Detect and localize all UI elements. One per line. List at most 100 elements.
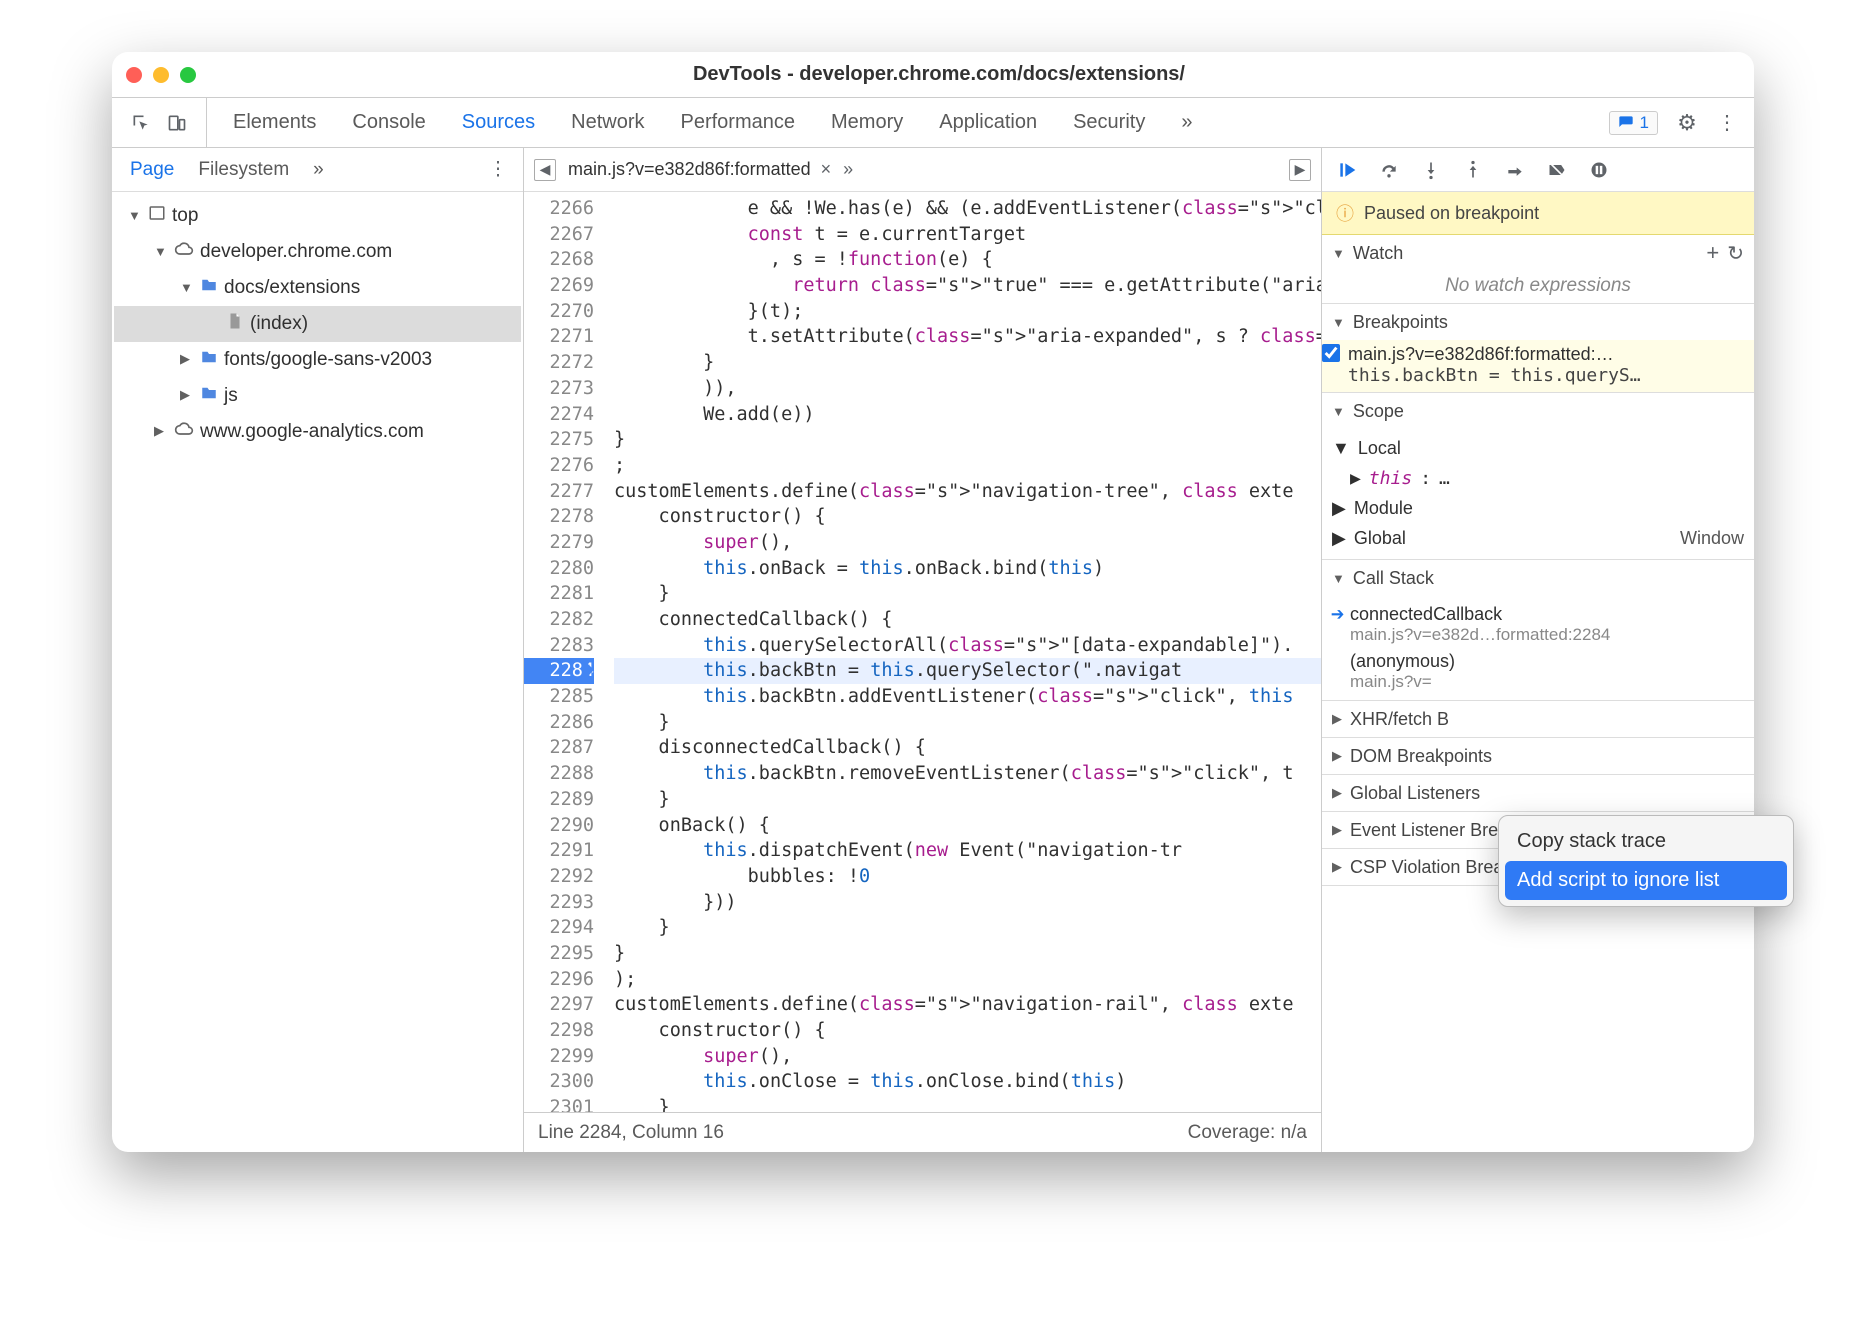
code-line[interactable]: ; bbox=[614, 453, 1321, 479]
file-tree[interactable]: ▼top▼developer.chrome.com▼docs/extension… bbox=[112, 192, 523, 1152]
navigator-kebab-icon[interactable]: ⋮ bbox=[487, 159, 509, 181]
line-number[interactable]: 2268 bbox=[524, 247, 594, 273]
line-number[interactable]: 2267 bbox=[524, 222, 594, 248]
line-number[interactable]: 2285 bbox=[524, 684, 594, 710]
code-line[interactable]: } bbox=[614, 941, 1321, 967]
code-line[interactable]: this.querySelectorAll(class="s">"[data-e… bbox=[614, 633, 1321, 659]
step-over-icon[interactable] bbox=[1378, 159, 1400, 181]
disclosure-icon[interactable]: ▼ bbox=[128, 208, 142, 223]
code-line[interactable]: this.backBtn.addEventListener(class="s">… bbox=[614, 684, 1321, 710]
section-header[interactable]: ▶Global Listeners bbox=[1322, 775, 1754, 811]
line-number[interactable]: 2298 bbox=[524, 1018, 594, 1044]
section-header[interactable]: ▶XHR/fetch B bbox=[1322, 701, 1754, 737]
scope-local[interactable]: ▼Local bbox=[1322, 433, 1754, 463]
kebab-menu-icon[interactable]: ⋮ bbox=[1716, 112, 1738, 134]
code-line[interactable]: disconnectedCallback() { bbox=[614, 735, 1321, 761]
code-line[interactable]: } bbox=[614, 915, 1321, 941]
resume-icon[interactable] bbox=[1336, 159, 1358, 181]
tab-filesystem[interactable]: Filesystem bbox=[198, 159, 289, 181]
code-line[interactable]: this.backBtn = this.querySelector(".navi… bbox=[614, 658, 1321, 684]
line-number[interactable]: 2269 bbox=[524, 273, 594, 299]
watch-header[interactable]: ▼Watch + ↻ bbox=[1322, 235, 1754, 271]
tab-security[interactable]: Security bbox=[1073, 111, 1145, 134]
code-line[interactable]: } bbox=[614, 710, 1321, 736]
scope-global[interactable]: ▶GlobalWindow bbox=[1322, 523, 1754, 553]
zoom-icon[interactable] bbox=[180, 67, 196, 83]
gutter[interactable]: 2266226722682269227022712272227322742275… bbox=[524, 192, 604, 1112]
line-number[interactable]: 2301 bbox=[524, 1095, 594, 1112]
close-icon[interactable] bbox=[126, 67, 142, 83]
code-line[interactable]: bubbles: !0 bbox=[614, 864, 1321, 890]
pause-exceptions-icon[interactable] bbox=[1588, 159, 1610, 181]
editor-tab[interactable]: main.js?v=e382d86f:formatted × bbox=[568, 159, 831, 180]
tree-folder[interactable]: ▼docs/extensions bbox=[114, 270, 521, 306]
code-line[interactable]: this.backBtn.removeEventListener(class="… bbox=[614, 761, 1321, 787]
line-number[interactable]: 2283 bbox=[524, 633, 594, 659]
disclosure-icon[interactable]: ▶ bbox=[180, 387, 194, 403]
line-number[interactable]: 2270 bbox=[524, 299, 594, 325]
line-number[interactable]: 2281 bbox=[524, 581, 594, 607]
line-number[interactable]: 2275 bbox=[524, 427, 594, 453]
stack-frame[interactable]: connectedCallbackmain.js?v=e382d…formatt… bbox=[1322, 600, 1754, 647]
scope-module[interactable]: ▶Module bbox=[1322, 493, 1754, 523]
line-number[interactable]: 2290 bbox=[524, 813, 594, 839]
code-line[interactable]: We.add(e)) bbox=[614, 402, 1321, 428]
line-number[interactable]: 2296 bbox=[524, 967, 594, 993]
line-number[interactable]: 2282 bbox=[524, 607, 594, 633]
tab-console[interactable]: Console bbox=[352, 111, 425, 134]
breakpoint-item[interactable]: main.js?v=e382d86f:formatted:… this.back… bbox=[1322, 340, 1754, 392]
section-header[interactable]: ▶DOM Breakpoints bbox=[1322, 738, 1754, 774]
nav-back-icon[interactable]: ◀ bbox=[534, 159, 556, 181]
tab-performance[interactable]: Performance bbox=[681, 111, 796, 134]
code-line[interactable]: onBack() { bbox=[614, 813, 1321, 839]
device-toolbar-icon[interactable] bbox=[166, 112, 188, 134]
tree-frame[interactable]: ▼top bbox=[114, 198, 521, 234]
code-line[interactable]: this.dispatchEvent(new Event("navigation… bbox=[614, 838, 1321, 864]
context-menu[interactable]: Copy stack trace Add script to ignore li… bbox=[1498, 815, 1794, 907]
code-line[interactable]: } bbox=[614, 787, 1321, 813]
code-line[interactable]: return class="s">"true" === e.getAttribu… bbox=[614, 273, 1321, 299]
code-line[interactable]: super(), bbox=[614, 530, 1321, 556]
scope-this[interactable]: ▶this: … bbox=[1322, 463, 1754, 493]
line-number[interactable]: 2276 bbox=[524, 453, 594, 479]
tab-memory[interactable]: Memory bbox=[831, 111, 903, 134]
code-line[interactable]: this.onBack = this.onBack.bind(this) bbox=[614, 556, 1321, 582]
code-line[interactable]: ); bbox=[614, 967, 1321, 993]
line-number[interactable]: 2299 bbox=[524, 1044, 594, 1070]
line-number[interactable]: 2277 bbox=[524, 479, 594, 505]
line-number[interactable]: 2292 bbox=[524, 864, 594, 890]
refresh-watch-icon[interactable]: ↻ bbox=[1727, 241, 1744, 266]
tree-cloud[interactable]: ▶www.google-analytics.com bbox=[114, 414, 521, 450]
tab-page[interactable]: Page bbox=[130, 159, 174, 181]
line-number[interactable]: 2293 bbox=[524, 890, 594, 916]
code-line[interactable]: constructor() { bbox=[614, 504, 1321, 530]
code-content[interactable]: e && !We.has(e) && (e.addEventListener(c… bbox=[604, 192, 1321, 1112]
code-line[interactable]: customElements.define(class="s">"navigat… bbox=[614, 992, 1321, 1018]
minimize-icon[interactable] bbox=[153, 67, 169, 83]
add-watch-icon[interactable]: + bbox=[1706, 240, 1719, 266]
line-number[interactable]: 2272 bbox=[524, 350, 594, 376]
close-tab-icon[interactable]: × bbox=[821, 159, 832, 180]
disclosure-icon[interactable]: ▼ bbox=[154, 244, 168, 259]
tree-file[interactable]: (index) bbox=[114, 306, 521, 342]
code-line[interactable]: } bbox=[614, 350, 1321, 376]
code-line[interactable]: }(t); bbox=[614, 299, 1321, 325]
code-line[interactable]: } bbox=[614, 581, 1321, 607]
tabs-overflow-icon[interactable]: » bbox=[1181, 111, 1192, 134]
breakpoints-header[interactable]: ▼Breakpoints bbox=[1322, 304, 1754, 340]
code-line[interactable]: e && !We.has(e) && (e.addEventListener(c… bbox=[614, 196, 1321, 222]
code-line[interactable]: )), bbox=[614, 376, 1321, 402]
code-line[interactable]: constructor() { bbox=[614, 1018, 1321, 1044]
menu-add-ignore-list[interactable]: Add script to ignore list bbox=[1505, 861, 1787, 900]
code-line[interactable]: , s = !function(e) { bbox=[614, 247, 1321, 273]
line-number[interactable]: 2273 bbox=[524, 376, 594, 402]
step-icon[interactable] bbox=[1504, 159, 1526, 181]
tree-folder[interactable]: ▶fonts/google-sans-v2003 bbox=[114, 342, 521, 378]
tab-elements[interactable]: Elements bbox=[233, 111, 316, 134]
line-number[interactable]: 2274 bbox=[524, 402, 594, 428]
tree-folder[interactable]: ▶js bbox=[114, 378, 521, 414]
line-number[interactable]: 2286 bbox=[524, 710, 594, 736]
line-number[interactable]: 2271 bbox=[524, 324, 594, 350]
line-number[interactable]: 2266 bbox=[524, 196, 594, 222]
tab-application[interactable]: Application bbox=[939, 111, 1037, 134]
